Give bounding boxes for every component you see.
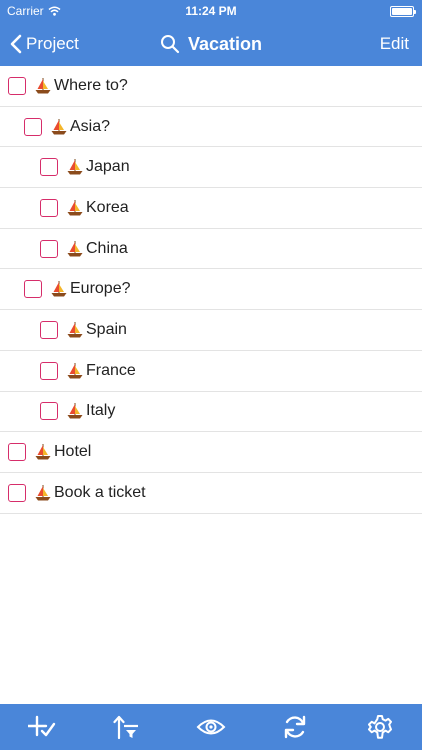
task-checkbox[interactable] [8,443,26,462]
task-label: Book a ticket [54,483,146,501]
add-check-icon [28,715,56,737]
task-checkbox[interactable] [8,483,26,502]
task-checkbox[interactable] [24,280,42,299]
task-label: China [86,239,128,257]
sync-icon [285,715,306,739]
task-row[interactable]: Hotel [0,432,422,473]
task-label: Hotel [54,443,92,461]
sort-filter-button[interactable] [107,707,147,747]
task-label: Korea [86,198,129,216]
task-row[interactable]: Japan [0,147,422,189]
task-checkbox[interactable] [8,76,26,95]
sailboat-icon [51,280,67,298]
add-task-button[interactable] [22,707,62,747]
search-icon [160,35,180,54]
sort-filter-icon [112,715,138,740]
task-label: Where to? [54,76,128,94]
task-row[interactable]: Book a ticket [0,473,422,514]
sailboat-icon [67,402,83,420]
edit-button[interactable]: Edit [380,34,409,54]
sailboat-icon [35,484,51,501]
task-list: Where to? Asia? Japan Korea China Europe… [0,66,422,514]
sailboat-icon [35,77,51,94]
task-checkbox[interactable] [40,198,58,217]
sailboat-icon [67,199,83,216]
sailboat-icon [35,443,51,461]
eye-icon [196,719,226,735]
navigation-bar: Project Vacation Edit [0,22,422,66]
task-checkbox[interactable] [40,158,58,177]
sailboat-icon [51,118,67,135]
task-checkbox[interactable] [40,320,58,339]
clock: 11:24 PM [185,4,237,18]
task-label: Spain [86,320,127,338]
task-checkbox[interactable] [24,117,42,136]
task-label: France [86,361,136,379]
sailboat-icon [67,321,83,338]
settings-button[interactable] [360,707,400,747]
task-label: Asia? [70,117,111,135]
task-checkbox[interactable] [40,239,58,258]
task-row[interactable]: China [0,229,422,270]
task-row[interactable]: Spain [0,310,422,351]
page-title[interactable]: Vacation [0,30,422,58]
status-bar: Carrier 11:24 PM [0,0,422,22]
view-toggle-button[interactable] [191,707,231,747]
task-row[interactable]: Korea [0,188,422,229]
gear-icon [367,715,392,739]
task-label: Europe? [70,280,131,298]
task-row[interactable]: Europe? [0,269,422,311]
task-label: Japan [86,158,130,176]
title-text: Vacation [187,33,263,54]
sailboat-icon [67,240,83,257]
task-row[interactable]: France [0,351,422,392]
sailboat-icon [67,158,83,176]
task-checkbox[interactable] [40,361,58,380]
sailboat-icon [67,362,83,379]
task-row[interactable]: Where to? [0,66,422,107]
bottom-toolbar [0,704,422,750]
task-label: Italy [86,402,116,420]
task-row[interactable]: Italy [0,392,422,433]
battery-icon [390,6,416,17]
sync-button[interactable] [275,707,315,747]
task-checkbox[interactable] [40,402,58,421]
task-row[interactable]: Asia? [0,107,422,148]
